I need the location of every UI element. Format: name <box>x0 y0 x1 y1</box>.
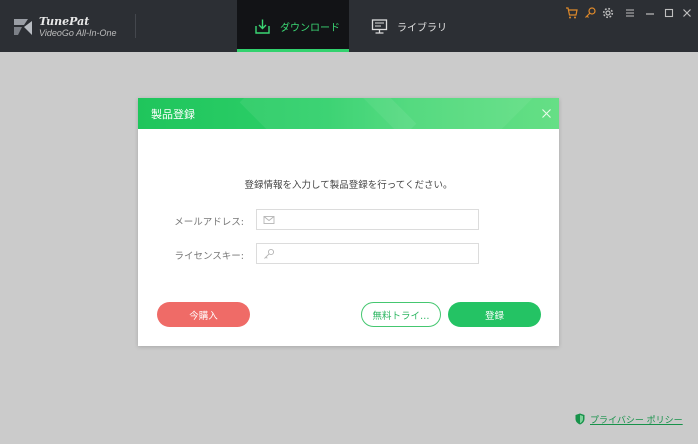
email-label: メールアドレス: <box>174 217 244 228</box>
menu-button[interactable] <box>622 5 638 21</box>
close-window-button[interactable] <box>679 5 695 21</box>
license-field[interactable] <box>256 243 479 264</box>
maximize-icon <box>664 8 674 18</box>
tab-download[interactable]: ダウンロード <box>237 0 349 52</box>
envelope-icon <box>263 216 275 224</box>
app-subtitle: VideoGo All-In-One <box>39 28 117 38</box>
registration-dialog: 製品登録 登録情報を入力して製品登録を行ってください。 メールアドレス: ライセ… <box>138 98 559 346</box>
minimize-button[interactable] <box>642 5 658 21</box>
monitor-icon <box>371 18 388 34</box>
buy-now-button[interactable]: 今購入 <box>157 302 250 327</box>
header-decoration <box>363 98 533 129</box>
brand-divider <box>135 14 136 38</box>
dialog-close-icon[interactable] <box>541 108 552 119</box>
email-field[interactable] <box>256 209 479 230</box>
key-icon <box>264 248 275 259</box>
license-label: ライセンスキー: <box>174 251 244 262</box>
tab-library[interactable]: ライブラリ <box>360 0 470 52</box>
download-icon <box>255 19 270 34</box>
menu-icon <box>626 9 634 17</box>
key-icon <box>585 7 596 18</box>
app-brand: TunePat VideoGo All-In-One <box>12 13 142 41</box>
settings-button[interactable] <box>600 5 616 21</box>
register-key-button[interactable] <box>582 5 598 21</box>
minimize-icon <box>646 13 654 15</box>
cart-button[interactable] <box>563 5 579 21</box>
dialog-instruction: 登録情報を入力して製品登録を行ってください。 <box>244 180 453 191</box>
maximize-button[interactable] <box>661 5 677 21</box>
register-button[interactable]: 登録 <box>448 302 541 327</box>
app-logo-icon <box>14 19 32 35</box>
tab-download-label: ダウンロード <box>280 22 340 34</box>
title-bar: TunePat VideoGo All-In-One ダウンロード ライブラリ <box>0 0 698 52</box>
dialog-title: 製品登録 <box>151 108 195 121</box>
close-icon <box>683 9 691 17</box>
shield-icon <box>575 413 585 425</box>
license-input[interactable] <box>279 246 475 261</box>
privacy-policy-link[interactable]: プライバシー ポリシー <box>575 412 683 426</box>
gear-icon <box>602 7 614 19</box>
app-name: TunePat <box>39 15 90 28</box>
dialog-header: 製品登録 <box>138 98 559 129</box>
free-trial-button[interactable]: 無料トライ… <box>361 302 441 327</box>
cart-icon <box>565 7 578 19</box>
tab-library-label: ライブラリ <box>397 22 447 34</box>
privacy-policy-label: プライバシー ポリシー <box>590 415 683 426</box>
email-input[interactable] <box>279 212 475 227</box>
